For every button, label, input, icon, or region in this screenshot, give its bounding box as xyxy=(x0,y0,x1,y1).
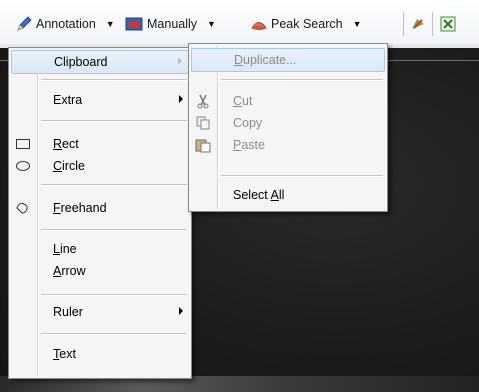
manually-dropdown-arrow-icon[interactable]: ▼ xyxy=(207,19,216,29)
menu-item-text[interactable]: Text xyxy=(11,343,189,365)
menu-item-paste[interactable]: Paste xyxy=(191,134,385,156)
menu-item-line[interactable]: Line xyxy=(11,238,189,260)
toolbar-separator xyxy=(403,12,404,36)
peak-search-dropdown-arrow-icon[interactable]: ▼ xyxy=(353,19,362,29)
peak-search-dropdown-button[interactable]: Peak Search ▼ xyxy=(251,14,362,34)
toolbar-separator xyxy=(432,12,433,36)
menu-separator xyxy=(41,229,187,231)
annotation-dropdown-arrow-icon[interactable]: ▼ xyxy=(106,19,115,29)
menu-item-label: Ruler xyxy=(53,305,83,319)
menu-item-clipboard[interactable]: Clipboard xyxy=(11,50,189,74)
peak-search-label: Peak Search xyxy=(271,17,343,31)
clipboard-submenu: Duplicate... Cut Copy Paste Select All xyxy=(188,43,388,212)
submenu-arrow-icon xyxy=(178,57,182,65)
toolbar: Annotation ▼ Manually ▼ Peak Search ▼ xyxy=(0,0,479,44)
scissors-icon xyxy=(197,94,209,109)
peak-search-icon xyxy=(251,22,267,30)
annotation-dropdown-button[interactable]: Annotation ▼ xyxy=(16,14,115,34)
menu-separator xyxy=(41,333,187,335)
manually-label: Manually xyxy=(147,17,198,31)
image-edit-icon xyxy=(125,17,143,31)
submenu-arrow-icon xyxy=(179,95,183,103)
menu-item-duplicate[interactable]: Duplicate... xyxy=(191,48,385,72)
pen-icon xyxy=(17,16,32,31)
menu-item-cut[interactable]: Cut xyxy=(191,90,385,112)
paste-icon xyxy=(195,139,211,153)
menu-separator xyxy=(221,175,383,177)
menu-item-extra[interactable]: Extra xyxy=(11,89,189,111)
menu-separator xyxy=(41,294,187,296)
menu-item-select-all[interactable]: Select All xyxy=(191,184,385,206)
excel-icon xyxy=(440,16,456,32)
tool-button-1[interactable] xyxy=(410,14,426,34)
menu-item-circle[interactable]: Circle xyxy=(11,155,189,177)
menu-separator xyxy=(41,184,187,186)
annotation-menu: Clipboard Extra Rect Circle Freehand Lin… xyxy=(8,47,192,379)
annotation-label: Annotation xyxy=(36,17,96,31)
menu-separator xyxy=(221,79,383,81)
submenu-arrow-icon xyxy=(179,307,183,315)
freehand-icon xyxy=(16,203,28,214)
ellipse-icon xyxy=(16,161,30,171)
menu-separator xyxy=(41,120,187,122)
rectangle-icon xyxy=(16,139,30,149)
menu-item-label: Extra xyxy=(53,93,83,107)
copy-icon xyxy=(196,116,210,130)
menu-separator xyxy=(41,79,187,81)
excel-export-button[interactable] xyxy=(440,14,456,34)
manually-dropdown-button[interactable]: Manually ▼ xyxy=(125,14,216,34)
menu-item-freehand[interactable]: Freehand xyxy=(11,197,189,219)
menu-item-label: Clipboard xyxy=(54,55,108,69)
colorful-tool-icon xyxy=(412,19,424,29)
menu-item-arrow[interactable]: Arrow xyxy=(11,260,189,282)
menu-item-copy[interactable]: Copy xyxy=(191,112,385,134)
menu-item-rect[interactable]: Rect xyxy=(11,133,189,155)
menu-item-ruler[interactable]: Ruler xyxy=(11,301,189,323)
